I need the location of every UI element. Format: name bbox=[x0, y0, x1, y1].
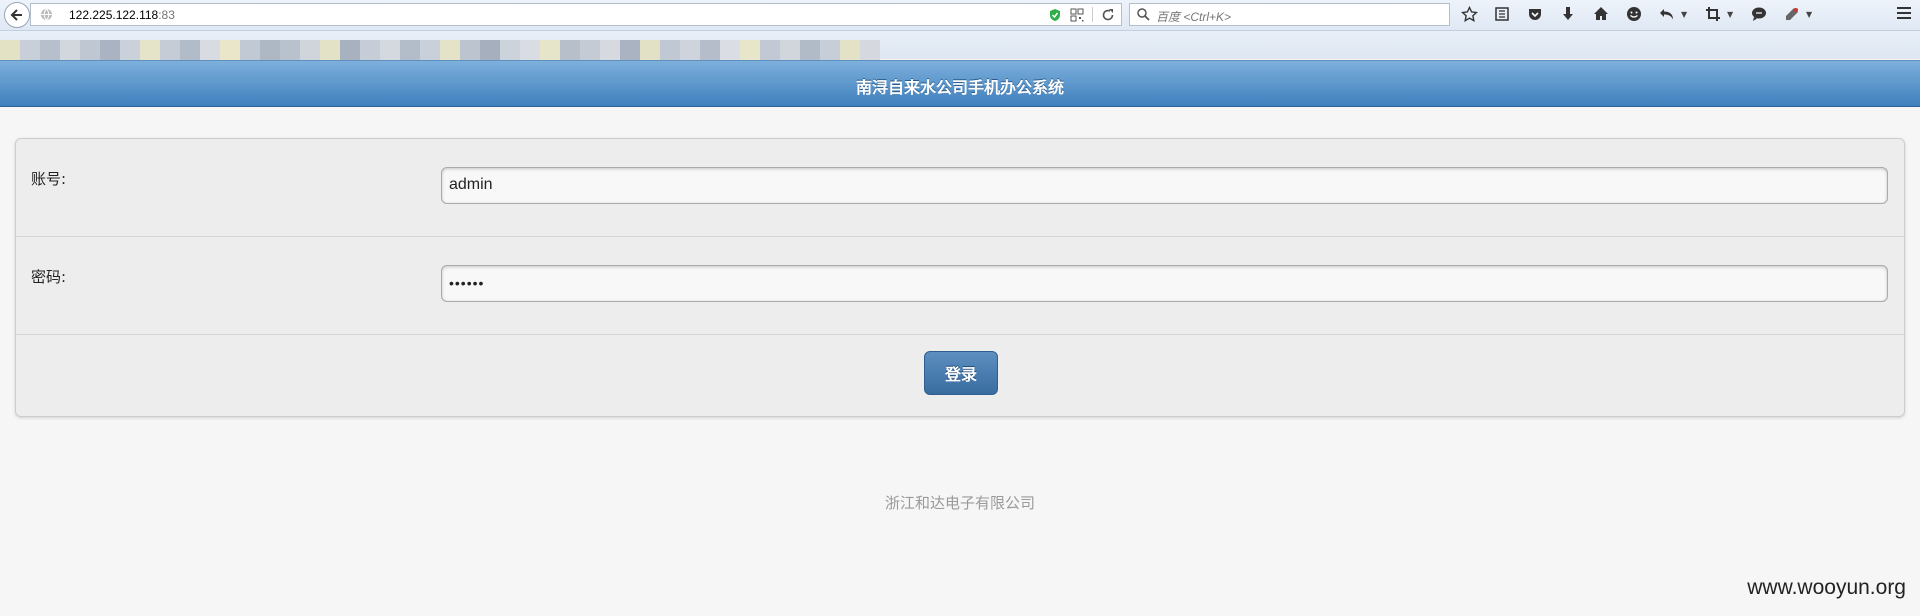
page-title: 南浔自来水公司手机办公系统 bbox=[855, 78, 1064, 97]
qr-code-icon[interactable] bbox=[1070, 8, 1084, 22]
bookmark-star-icon[interactable] bbox=[1460, 5, 1478, 23]
globe-icon bbox=[41, 8, 52, 21]
back-button[interactable] bbox=[4, 2, 30, 28]
watermark: www.wooyun.org bbox=[1747, 576, 1906, 599]
password-input[interactable]: •••••• bbox=[441, 265, 1888, 302]
undo-dropdown-icon[interactable]: ▼ bbox=[1681, 10, 1689, 19]
account-input[interactable]: admin bbox=[441, 167, 1888, 204]
extension-icon[interactable] bbox=[1783, 5, 1801, 23]
password-row: 密码: •••••• bbox=[16, 237, 1904, 335]
crop-dropdown-icon[interactable]: ▼ bbox=[1727, 10, 1735, 19]
search-icon bbox=[1137, 8, 1150, 21]
url-text: 122.225.122.118:83 bbox=[69, 8, 175, 22]
app-header: 南浔自来水公司手机办公系统 bbox=[0, 60, 1920, 107]
pocket-icon[interactable] bbox=[1526, 5, 1544, 23]
crop-icon[interactable] bbox=[1704, 5, 1722, 23]
back-arrow-icon bbox=[10, 9, 22, 21]
download-icon[interactable] bbox=[1559, 5, 1577, 23]
shield-icon[interactable] bbox=[1048, 8, 1062, 22]
smiley-icon[interactable] bbox=[1625, 5, 1643, 23]
bookmarks-bar bbox=[0, 31, 1920, 60]
browser-toolbar: 122.225.122.118:83 百度 <Ctrl+K> ▼ ▼ ▼ bbox=[0, 0, 1920, 31]
url-bar[interactable]: 122.225.122.118:83 bbox=[30, 3, 1122, 26]
password-label: 密码: bbox=[31, 268, 67, 286]
reload-icon[interactable] bbox=[1101, 8, 1115, 22]
extension-dropdown-icon[interactable]: ▼ bbox=[1806, 10, 1814, 19]
submit-row: 登录 bbox=[16, 335, 1904, 416]
reading-list-icon[interactable] bbox=[1493, 5, 1511, 23]
footer-company: 浙江和达电子有限公司 bbox=[884, 494, 1035, 512]
undo-icon[interactable] bbox=[1658, 5, 1676, 23]
url-host: 122.225.122.118 bbox=[69, 8, 159, 22]
bookmarks-pixelated bbox=[0, 40, 880, 60]
login-button[interactable]: 登录 bbox=[924, 351, 998, 395]
home-icon[interactable] bbox=[1592, 5, 1610, 23]
login-form: 账号: admin 密码: •••••• 登录 bbox=[15, 138, 1905, 417]
search-bar[interactable]: 百度 <Ctrl+K> bbox=[1129, 3, 1450, 26]
account-label: 账号: bbox=[31, 170, 67, 188]
url-port: :83 bbox=[158, 8, 175, 22]
chat-bubble-icon[interactable] bbox=[1750, 5, 1768, 23]
search-placeholder: 百度 <Ctrl+K> bbox=[1156, 10, 1232, 24]
account-row: 账号: admin bbox=[16, 139, 1904, 237]
menu-icon[interactable] bbox=[1896, 5, 1912, 25]
